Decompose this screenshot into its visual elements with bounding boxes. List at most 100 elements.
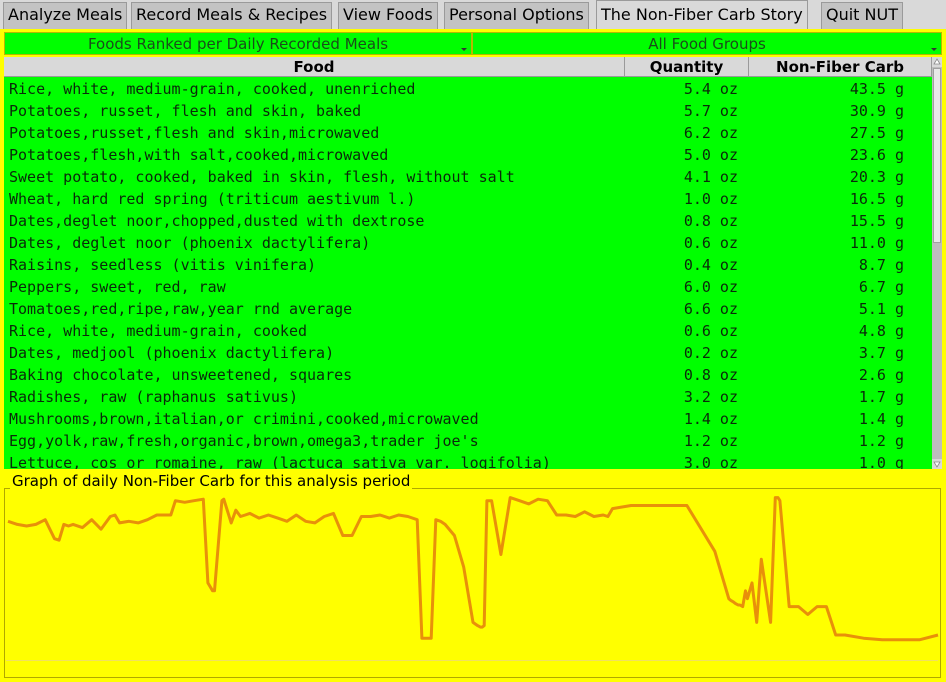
food-name-cell: Dates,deglet noor,chopped,dusted with de…: [9, 212, 425, 230]
graph-title: Graph of daily Non-Fiber Carb for this a…: [10, 472, 413, 490]
table-row[interactable]: Potatoes, russet, flesh and skin, baked 5…: [4, 100, 932, 122]
table-row[interactable]: Peppers, sweet, red, raw 6.0 oz 6.7 g: [4, 276, 932, 298]
food-name-cell: Lettuce, cos or romaine, raw (lactuca sa…: [9, 454, 551, 469]
non-fiber-carb-panel: Foods Ranked per Daily Recorded Meals Al…: [0, 29, 946, 682]
table-scrollbar[interactable]: [932, 57, 942, 469]
column-header-quantity[interactable]: Quantity: [625, 57, 749, 77]
foods-table: Food Quantity Non-Fiber Carb Rice, white…: [4, 57, 942, 469]
tab-quit-nut[interactable]: Quit NUT: [821, 2, 903, 29]
food-name-cell: Tomatoes,red,ripe,raw,year rnd average: [9, 300, 353, 318]
food-group-dropdown[interactable]: All Food Groups: [472, 32, 942, 55]
non-fiber-carb-cell: 4.8 g: [858, 322, 904, 340]
ranking-dropdown[interactable]: Foods Ranked per Daily Recorded Meals: [4, 32, 472, 55]
table-row[interactable]: Baking chocolate, unsweetened, squares 0.…: [4, 364, 932, 386]
food-name-cell: Peppers, sweet, red, raw: [9, 278, 226, 296]
food-name-cell: Wheat, hard red spring (triticum aestivu…: [9, 190, 416, 208]
food-group-dropdown-value: All Food Groups: [648, 35, 766, 53]
graph-baseline: [6, 660, 938, 661]
table-row[interactable]: Egg,yolk,raw,fresh,organic,brown,omega3,…: [4, 430, 932, 452]
chevron-down-icon: [931, 48, 937, 51]
line-chart: [7, 496, 939, 642]
quantity-cell: 0.6 oz: [683, 322, 738, 340]
quantity-cell: 6.6 oz: [683, 300, 738, 318]
non-fiber-carb-cell: 30.9 g: [849, 102, 904, 120]
non-fiber-carb-cell: 43.5 g: [849, 80, 904, 98]
table-row[interactable]: Sweet potato, cooked, baked in skin, fle…: [4, 166, 932, 188]
quantity-cell: 5.0 oz: [683, 146, 738, 164]
table-header: Food Quantity Non-Fiber Carb: [4, 57, 932, 77]
scroll-down-arrow-icon[interactable]: [932, 459, 942, 469]
quantity-cell: 0.6 oz: [683, 234, 738, 252]
tab-bar: Analyze Meals Record Meals & Recipes Vie…: [0, 0, 946, 29]
food-name-cell: Rice, white, medium-grain, cooked, unenr…: [9, 80, 416, 98]
quantity-cell: 5.4 oz: [683, 80, 738, 98]
table-row[interactable]: Rice, white, medium-grain, cooked, unenr…: [4, 78, 932, 100]
table-row[interactable]: Dates, medjool (phoenix dactylifera) 0.2 …: [4, 342, 932, 364]
table-row[interactable]: Potatoes,flesh,with salt,cooked,microwav…: [4, 144, 932, 166]
quantity-cell: 0.8 oz: [683, 366, 738, 384]
food-name-cell: Dates, deglet noor (phoenix dactylifera): [9, 234, 371, 252]
food-name-cell: Potatoes,russet,flesh and skin,microwave…: [9, 124, 380, 142]
food-name-cell: Radishes, raw (raphanus sativus): [9, 388, 298, 406]
quantity-cell: 6.2 oz: [683, 124, 738, 142]
non-fiber-carb-cell: 15.5 g: [849, 212, 904, 230]
food-name-cell: Rice, white, medium-grain, cooked: [9, 322, 308, 340]
food-name-cell: Potatoes,flesh,with salt,cooked,microwav…: [9, 146, 389, 164]
quantity-cell: 3.2 oz: [683, 388, 738, 406]
non-fiber-carb-cell: 16.5 g: [849, 190, 904, 208]
food-name-cell: Egg,yolk,raw,fresh,organic,brown,omega3,…: [9, 432, 479, 450]
non-fiber-carb-cell: 1.0 g: [858, 454, 904, 469]
tab-non-fiber-carb-story[interactable]: The Non-Fiber Carb Story: [596, 0, 808, 29]
food-name-cell: Baking chocolate, unsweetened, squares: [9, 366, 353, 384]
scroll-up-arrow-icon[interactable]: [932, 57, 942, 67]
table-row[interactable]: Raisins, seedless (vitis vinifera) 0.4 oz…: [4, 254, 932, 276]
tab-analyze-meals[interactable]: Analyze Meals: [3, 2, 128, 29]
table-row[interactable]: Wheat, hard red spring (triticum aestivu…: [4, 188, 932, 210]
ranking-dropdown-value: Foods Ranked per Daily Recorded Meals: [87, 35, 389, 53]
column-header-non-fiber-carb[interactable]: Non-Fiber Carb: [749, 57, 932, 77]
table-row[interactable]: Tomatoes,red,ripe,raw,year rnd average 6.…: [4, 298, 932, 320]
non-fiber-carb-cell: 3.7 g: [858, 344, 904, 362]
food-name-cell: Dates, medjool (phoenix dactylifera): [9, 344, 335, 362]
non-fiber-carb-cell: 1.2 g: [858, 432, 904, 450]
scrollbar-thumb[interactable]: [933, 68, 941, 243]
non-fiber-carb-cell: 8.7 g: [858, 256, 904, 274]
tab-personal-options[interactable]: Personal Options: [444, 2, 589, 29]
series-line-non-fiber-carb: [7, 496, 939, 642]
quantity-cell: 0.2 oz: [683, 344, 738, 362]
quantity-cell: 1.0 oz: [683, 190, 738, 208]
non-fiber-carb-cell: 6.7 g: [858, 278, 904, 296]
non-fiber-carb-cell: 5.1 g: [858, 300, 904, 318]
table-row[interactable]: Radishes, raw (raphanus sativus) 3.2 oz 1.…: [4, 386, 932, 408]
food-name-cell: Mushrooms,brown,italian,or crimini,cooke…: [9, 410, 479, 428]
non-fiber-carb-cell: 23.6 g: [849, 146, 904, 164]
table-row[interactable]: Potatoes,russet,flesh and skin,microwave…: [4, 122, 932, 144]
chevron-down-icon: [461, 48, 467, 51]
table-row[interactable]: Rice, white, medium-grain, cooked 0.6 oz 4…: [4, 320, 932, 342]
table-row[interactable]: Dates,deglet noor,chopped,dusted with de…: [4, 210, 932, 232]
table-row[interactable]: Mushrooms,brown,italian,or crimini,cooke…: [4, 408, 932, 430]
column-header-food[interactable]: Food: [4, 57, 625, 77]
quantity-cell: 3.0 oz: [683, 454, 738, 469]
non-fiber-carb-cell: 11.0 g: [849, 234, 904, 252]
quantity-cell: 0.4 oz: [683, 256, 738, 274]
non-fiber-carb-cell: 27.5 g: [849, 124, 904, 142]
quantity-cell: 5.7 oz: [683, 102, 738, 120]
non-fiber-carb-cell: 1.4 g: [858, 410, 904, 428]
non-fiber-carb-graph: [6, 492, 940, 660]
quantity-cell: 0.8 oz: [683, 212, 738, 230]
quantity-cell: 1.2 oz: [683, 432, 738, 450]
non-fiber-carb-cell: 20.3 g: [849, 168, 904, 186]
tab-record-meals-recipes[interactable]: Record Meals & Recipes: [131, 2, 333, 29]
non-fiber-carb-cell: 2.6 g: [858, 366, 904, 384]
food-name-cell: Raisins, seedless (vitis vinifera): [9, 256, 317, 274]
food-name-cell: Potatoes, russet, flesh and skin, baked: [9, 102, 362, 120]
table-row[interactable]: Lettuce, cos or romaine, raw (lactuca sa…: [4, 452, 932, 469]
quantity-cell: 4.1 oz: [683, 168, 738, 186]
non-fiber-carb-cell: 1.7 g: [858, 388, 904, 406]
table-row[interactable]: Dates, deglet noor (phoenix dactylifera)…: [4, 232, 932, 254]
tab-view-foods[interactable]: View Foods: [338, 2, 438, 29]
quantity-cell: 1.4 oz: [683, 410, 738, 428]
quantity-cell: 6.0 oz: [683, 278, 738, 296]
food-name-cell: Sweet potato, cooked, baked in skin, fle…: [9, 168, 515, 186]
